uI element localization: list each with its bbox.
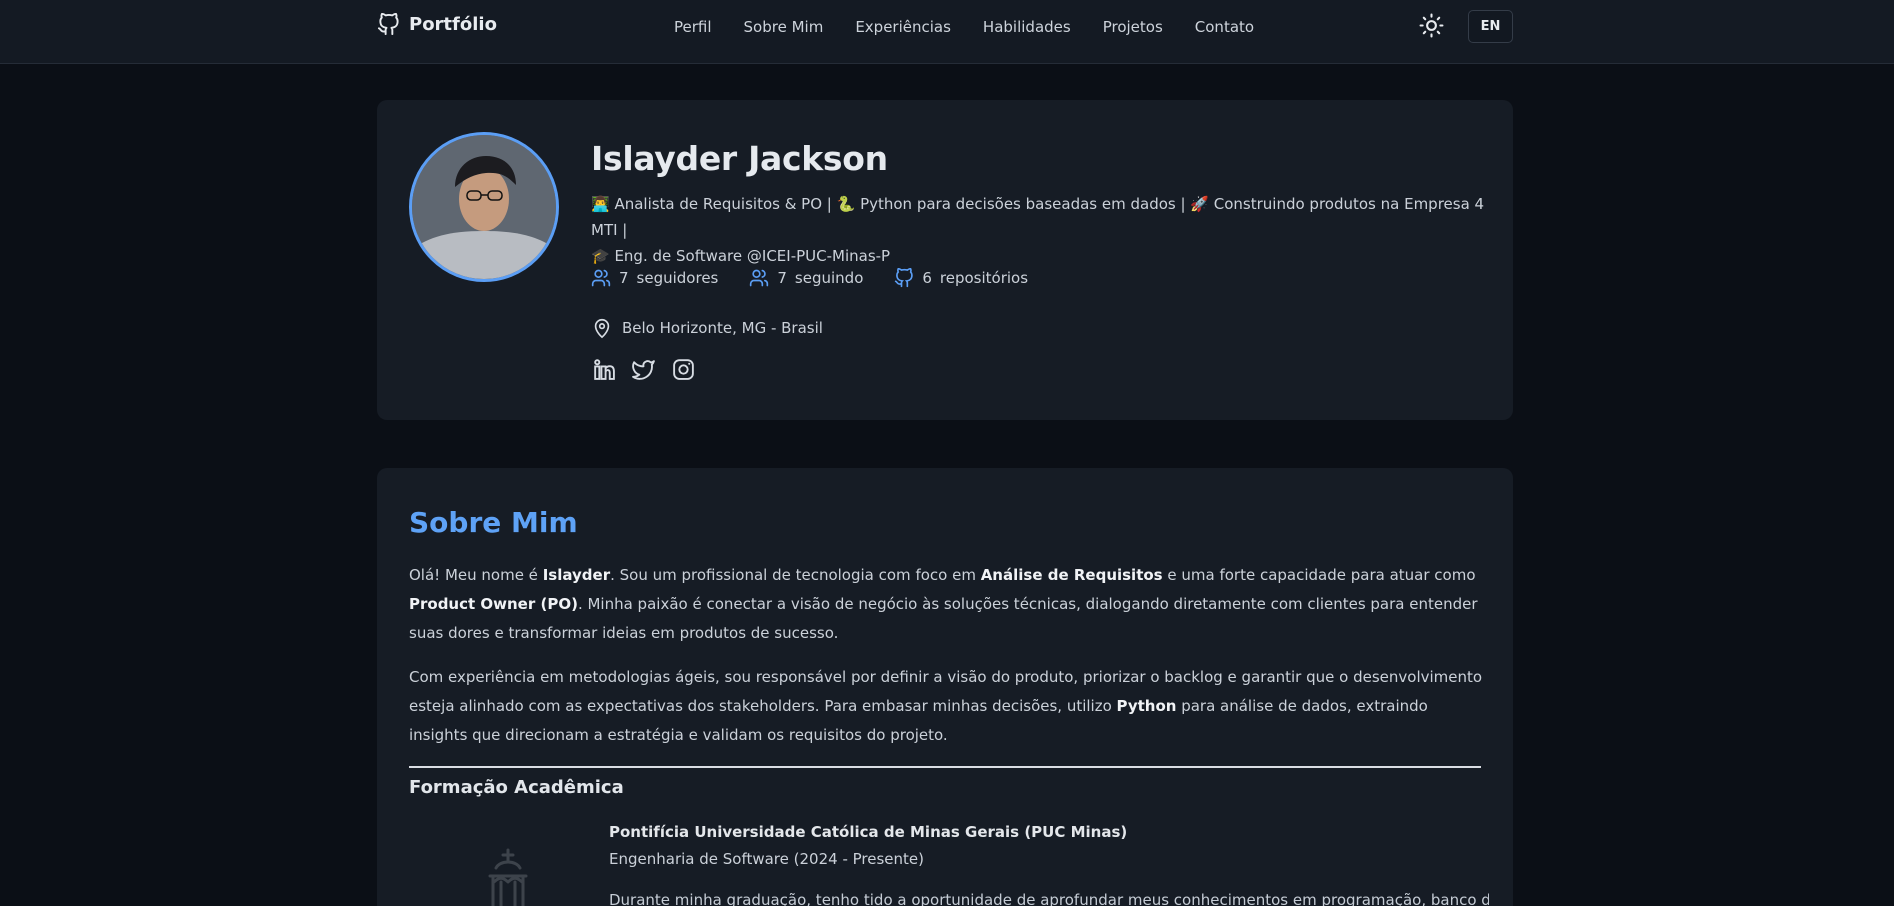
theme-toggle-button[interactable] (1419, 13, 1444, 38)
education-heading: Formação Acadêmica (409, 777, 624, 798)
education-description: Durante minha graduação, tenho tido a op… (609, 891, 1489, 906)
users-icon (750, 269, 769, 287)
profile-stats: 7 seguidores 7 seguindo 6 repositórios (591, 268, 1028, 288)
nav-link-contato[interactable]: Contato (1195, 18, 1254, 36)
section-title: Sobre Mim (409, 506, 578, 539)
github-icon (895, 268, 914, 288)
language-button[interactable]: EN (1468, 10, 1513, 43)
about-section: Sobre Mim Olá! Meu nome é Islayder. Sou … (377, 468, 1513, 906)
nav-link-habilidades[interactable]: Habilidades (983, 18, 1071, 36)
followers-count: 7 (619, 269, 629, 287)
about-paragraph: Olá! Meu nome é Islayder. Sou um profiss… (409, 566, 1478, 642)
twitter-icon[interactable] (631, 357, 656, 382)
users-icon (591, 269, 611, 287)
linkedin-icon[interactable] (591, 357, 616, 382)
followers-stat[interactable]: 7 seguidores (591, 268, 718, 288)
social-links (591, 357, 696, 382)
map-pin-icon (594, 318, 610, 339)
followers-label: seguidores (636, 269, 719, 287)
following-stat[interactable]: 7 seguindo (749, 268, 863, 288)
degree: Engenharia de Software (2024 - Presente) (609, 850, 924, 868)
following-count: 7 (777, 269, 787, 287)
following-label: seguindo (794, 269, 864, 287)
profile-name: Islayder Jackson (591, 139, 888, 178)
profile-bio: 👨‍💻 Analista de Requisitos & PO | 🐍 Pyth… (591, 191, 1491, 269)
brand-link[interactable]: Portfólio (377, 13, 497, 36)
about-paragraph: Com experiência em metodologias ágeis, s… (409, 668, 1483, 744)
avatar (409, 132, 559, 282)
profile-card: Islayder Jackson 👨‍💻 Analista de Requisi… (377, 100, 1513, 420)
nav-link-experiencias[interactable]: Experiências (855, 18, 951, 36)
nav-link-perfil[interactable]: Perfil (674, 18, 712, 36)
location: Belo Horizonte, MG - Brasil (591, 316, 823, 340)
section-divider (409, 766, 1481, 768)
university-name: Pontifícia Universidade Católica de Mina… (609, 823, 1128, 841)
location-label: Belo Horizonte, MG - Brasil (622, 319, 823, 337)
navbar: Portfólio Perfil Sobre Mim Experiências … (0, 0, 1894, 64)
github-icon (377, 13, 399, 36)
university-logo-icon (488, 848, 528, 906)
bio-line: 👨‍💻 Analista de Requisitos & PO | 🐍 Pyth… (591, 195, 1485, 239)
profile-photo (412, 135, 556, 279)
repositories-label: repositórios (939, 269, 1029, 287)
repositories-count: 6 (922, 269, 932, 287)
brand-label: Portfólio (409, 14, 497, 35)
main-navigation: Perfil Sobre Mim Experiências Habilidade… (674, 18, 1254, 36)
sun-icon (1419, 13, 1444, 38)
repositories-stat[interactable]: 6 repositórios (894, 268, 1028, 288)
instagram-icon[interactable] (671, 357, 696, 382)
bio-line: 🎓 Eng. de Software @ICEI-PUC-Minas-P (591, 247, 891, 265)
nav-link-projetos[interactable]: Projetos (1103, 18, 1163, 36)
nav-link-sobre-mim[interactable]: Sobre Mim (744, 18, 824, 36)
